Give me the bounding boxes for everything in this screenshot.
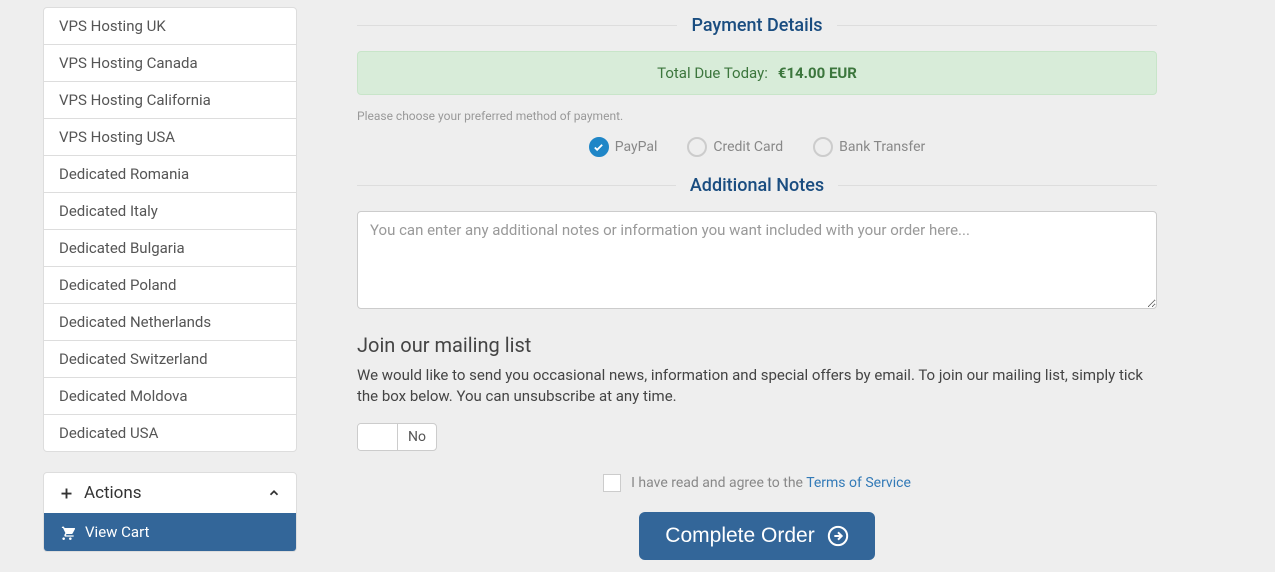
sidebar-item[interactable]: VPS Hosting California [44,82,296,119]
mailing-text: We would like to send you occasional new… [357,365,1157,407]
view-cart-button[interactable]: View Cart [44,513,296,551]
sidebar-item[interactable]: VPS Hosting USA [44,119,296,156]
additional-notes-heading: Additional Notes [357,175,1157,196]
tos-text: I have read and agree to the Terms of Se… [631,475,911,491]
cart-icon [59,524,75,540]
payment-option[interactable]: PayPal [589,137,658,157]
sidebar-item[interactable]: Dedicated USA [44,415,296,451]
sidebar-item[interactable]: Dedicated Netherlands [44,304,296,341]
sidebar-item[interactable]: Dedicated Switzerland [44,341,296,378]
sidebar-item[interactable]: VPS Hosting UK [44,8,296,45]
payment-details-heading: Payment Details [357,15,1157,36]
toggle-state: No [398,429,436,445]
view-cart-label: View Cart [85,523,149,541]
radio-icon [687,137,707,157]
payment-instruction: Please choose your preferred method of p… [357,109,1157,123]
mailing-toggle[interactable]: No [357,423,437,451]
sidebar-item[interactable]: Dedicated Bulgaria [44,230,296,267]
payment-option-label: PayPal [615,139,658,155]
actions-title: Actions [84,483,142,503]
actions-panel: Actions View Cart [43,472,297,552]
mailing-heading: Join our mailing list [357,333,1157,357]
tos-link[interactable]: Terms of Service [806,475,911,491]
total-due-amount: €14.00 EUR [778,64,857,82]
arrow-circle-right-icon [827,525,849,547]
payment-option[interactable]: Bank Transfer [813,137,925,157]
toggle-knob [358,424,398,450]
plus-icon [59,486,74,501]
radio-selected-icon [589,137,609,157]
sidebar-item[interactable]: Dedicated Romania [44,156,296,193]
complete-order-label: Complete Order [665,524,814,548]
payment-options: PayPal Credit Card Bank Transfer [357,137,1157,157]
payment-option-label: Credit Card [713,139,783,155]
payment-option-label: Bank Transfer [839,139,925,155]
payment-option[interactable]: Credit Card [687,137,783,157]
total-due-label: Total Due Today: [657,64,768,82]
total-due-banner: Total Due Today: €14.00 EUR [357,51,1157,95]
sidebar-item[interactable]: VPS Hosting Canada [44,45,296,82]
sidebar-item[interactable]: Dedicated Italy [44,193,296,230]
notes-textarea[interactable] [357,211,1157,309]
tos-checkbox[interactable] [603,474,621,492]
sidebar-item[interactable]: Dedicated Moldova [44,378,296,415]
chevron-up-icon [267,486,281,500]
radio-icon [813,137,833,157]
sidebar-item[interactable]: Dedicated Poland [44,267,296,304]
actions-toggle[interactable]: Actions [44,473,296,513]
sidebar-category-list: VPS Hosting UKVPS Hosting CanadaVPS Host… [43,7,297,452]
complete-order-button[interactable]: Complete Order [639,512,874,560]
tos-row: I have read and agree to the Terms of Se… [357,474,1157,492]
